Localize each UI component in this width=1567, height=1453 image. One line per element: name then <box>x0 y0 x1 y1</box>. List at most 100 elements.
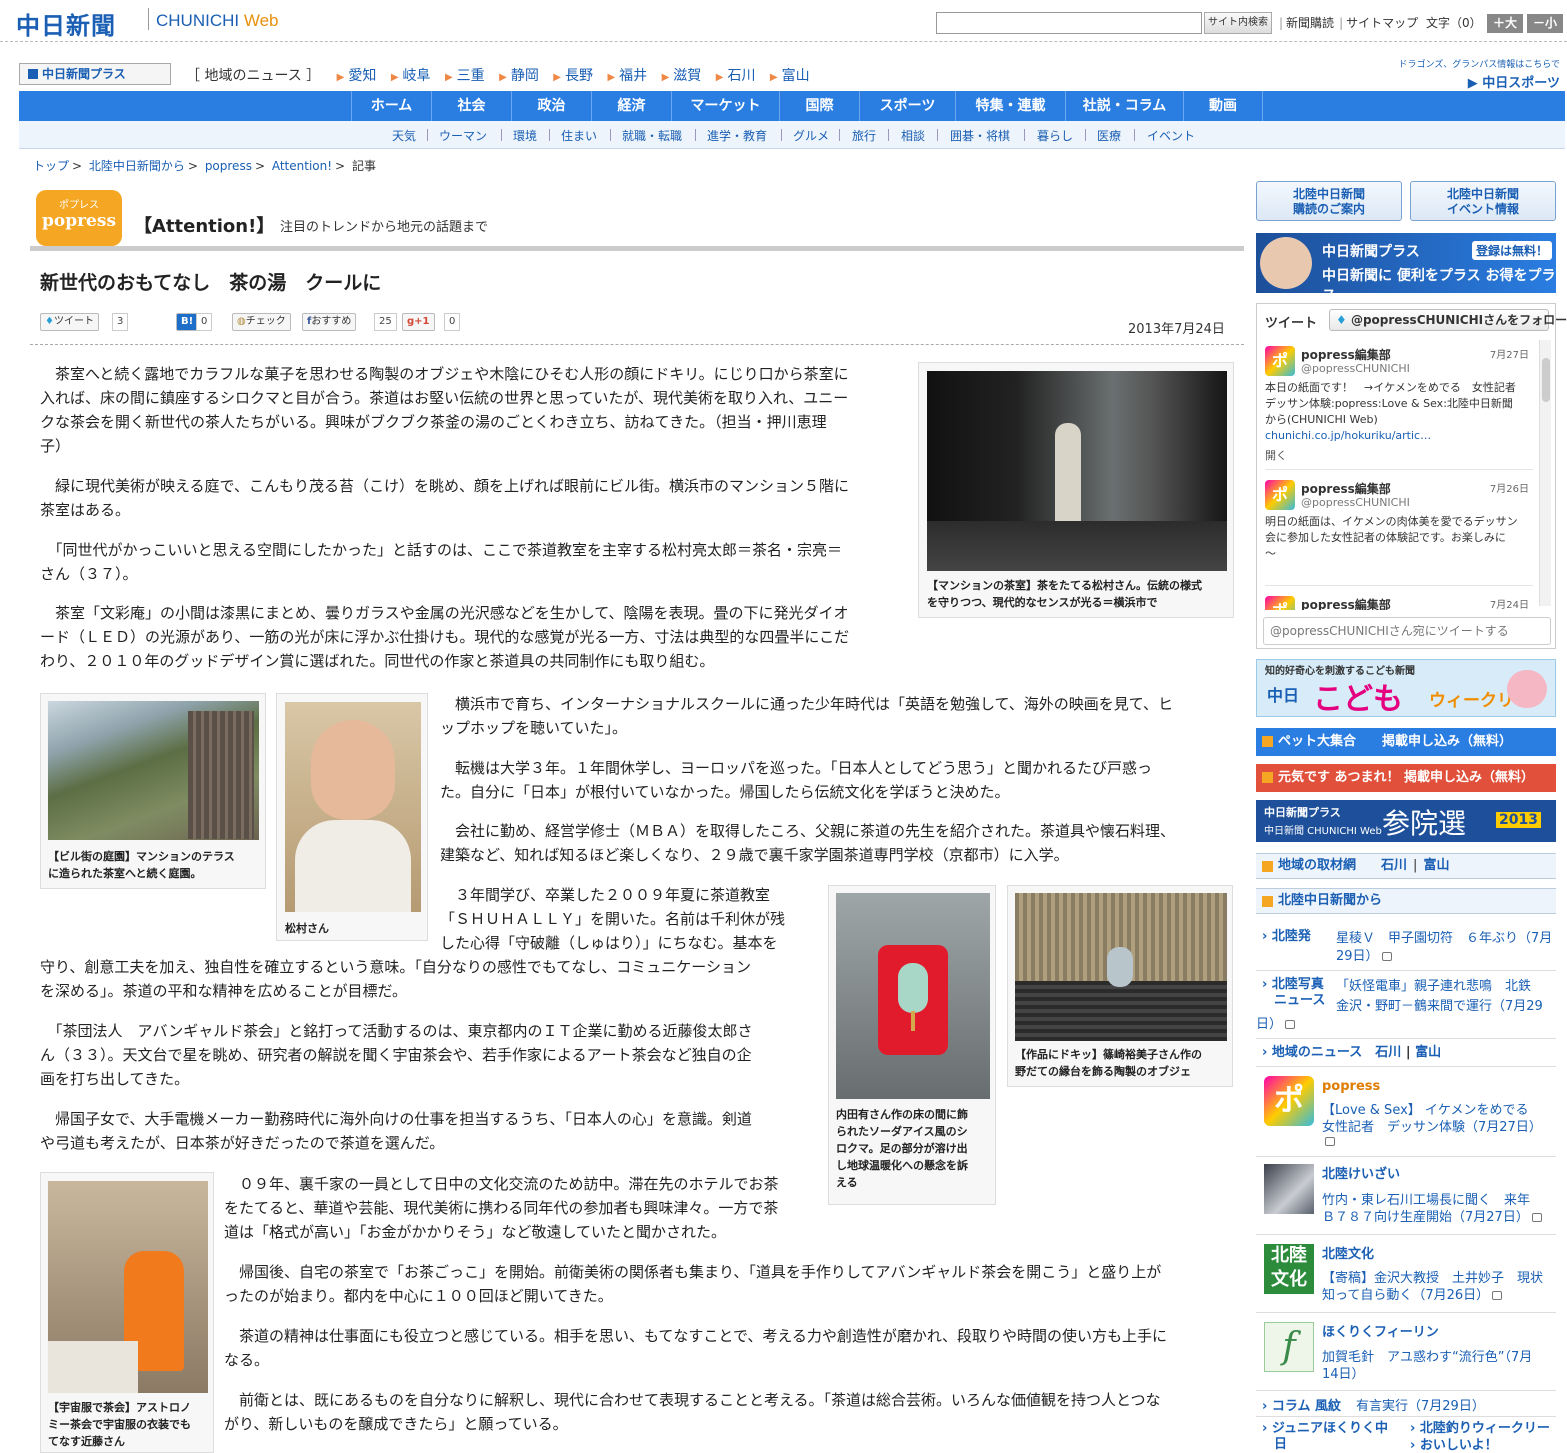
search-button[interactable]: サイト内検索 <box>1204 12 1272 34</box>
keizai-title-link[interactable]: 北陸けいざい <box>1322 1166 1400 1183</box>
twitter-follow-button[interactable]: ♦ @popressCHUNICHIさんをフォロー <box>1329 309 1567 331</box>
popress-article-link[interactable]: 【Love & Sex】 イケメンをめでる <box>1322 1102 1529 1119</box>
junior-link-cont[interactable]: 日 <box>1274 1436 1287 1453</box>
popress-article-link[interactable]: 女性記者 デッサン体験（7月27日） <box>1322 1119 1542 1136</box>
subnav-woman[interactable]: ウーマン <box>439 127 487 144</box>
genki-banner[interactable]: 元気です あつまれ！ 掲載申し込み（無料） <box>1256 764 1556 792</box>
keizai-article-link[interactable]: 竹内・東レ石川工場長に聞く 来年 <box>1322 1192 1530 1209</box>
hokuriku-news-link[interactable]: 29日） <box>1336 948 1392 965</box>
google-plus-button[interactable]: g+1 <box>402 313 435 331</box>
hokuriku-category[interactable]: › 北陸写真 <box>1262 976 1324 993</box>
site-logo[interactable]: 中日新聞 <box>16 6 116 41</box>
pet-banner[interactable]: ペット大集合 掲載申し込み（無料） <box>1256 728 1556 756</box>
keizai-thumb-image[interactable] <box>1264 1164 1314 1214</box>
tweet-date[interactable]: 7月26日 <box>1490 480 1529 495</box>
text-size-up-button[interactable]: ＋大 <box>1487 14 1523 33</box>
nav-society[interactable]: 社会 <box>431 91 511 121</box>
tweet-expand-link[interactable]: 開く <box>1265 448 1516 464</box>
space-tea-image[interactable] <box>48 1181 208 1393</box>
keizai-article-link[interactable]: Ｂ７８７向け生産開始（7月27日） <box>1322 1209 1542 1226</box>
subscribe-link[interactable]: 新聞購読 <box>1286 16 1334 30</box>
tweet-button[interactable]: ♦ツイート <box>40 313 99 331</box>
subnav-weather[interactable]: 天気 <box>392 127 416 144</box>
hokuriku-category[interactable]: › 北陸発 <box>1262 928 1311 945</box>
tweet-date[interactable]: 7月27日 <box>1490 346 1529 361</box>
region-link[interactable]: 三重 <box>457 68 485 84</box>
nav-international[interactable]: 国際 <box>779 91 859 121</box>
garden-image[interactable] <box>48 701 259 840</box>
bunka-article-link[interactable]: 【寄稿】金沢大教授 土井妙子 現状 <box>1322 1270 1543 1287</box>
popress-title-link[interactable]: popress <box>1322 1078 1380 1095</box>
subnav-medical[interactable]: 医療 <box>1097 127 1121 144</box>
popress-logo[interactable]: ポプレス popress <box>36 190 122 246</box>
facebook-recommend-button[interactable]: fおすすめ <box>302 313 357 331</box>
region-link[interactable]: 静岡 <box>511 68 539 84</box>
nav-features[interactable]: 特集・連載 <box>955 91 1065 121</box>
nav-home[interactable]: ホーム <box>351 91 431 121</box>
bunka-thumb-icon[interactable]: 北陸 文化 <box>1264 1244 1314 1294</box>
subnav-consult[interactable]: 相談 <box>901 127 925 144</box>
hokuriku-news-link[interactable]: 星稜Ｖ 甲子園切符 ６年ぶり（7月 <box>1336 930 1552 947</box>
feeling-article-link[interactable]: 加賀毛針 アユ惑わす“流行色”（7月 <box>1322 1349 1532 1366</box>
subnav-event[interactable]: イベント <box>1147 127 1195 144</box>
objet-image[interactable] <box>1015 893 1227 1041</box>
tweet-author[interactable]: popress編集部 <box>1301 346 1391 363</box>
nav-sports[interactable]: スポーツ <box>859 91 955 121</box>
subnav-jobs[interactable]: 就職・転職 <box>622 127 682 144</box>
region-link[interactable]: 滋賀 <box>673 68 701 84</box>
column-link[interactable]: › コラム 風紋 <box>1262 1398 1341 1415</box>
site-logo-sub[interactable]: CHUNICHI Web <box>156 11 279 31</box>
chunichi-sports-link[interactable]: ▶ 中日スポーツ <box>1400 72 1560 91</box>
oishii-link[interactable]: › おいしいよ！ <box>1410 1437 1498 1453</box>
matsumura-portrait[interactable] <box>285 702 421 912</box>
region-link[interactable]: 長野 <box>565 68 593 84</box>
subnav-environment[interactable]: 環境 <box>513 127 537 144</box>
hokuriku-news-link[interactable]: 日） <box>1256 1016 1296 1033</box>
breadcrumb-link[interactable]: popress <box>205 159 252 173</box>
tweet-author[interactable]: popress編集部 <box>1301 596 1391 610</box>
kodomo-weekly-banner[interactable]: 知的好奇心を刺激するこども新聞 中日 こども ウィークリー <box>1256 659 1556 717</box>
chunichi-plus-logo[interactable]: 中日新聞プラス <box>19 63 171 85</box>
mixi-check-button[interactable]: ◍チェック <box>232 313 291 331</box>
subnav-gourmet[interactable]: グルメ <box>793 127 829 144</box>
breadcrumb-link[interactable]: トップ <box>33 159 69 173</box>
subnav-housing[interactable]: 住まい <box>561 127 597 144</box>
bureau-ishikawa-link[interactable]: 石川 <box>1381 858 1407 873</box>
local-news-title[interactable]: 地域のニュース <box>1272 1045 1362 1060</box>
nav-editorial[interactable]: 社説・コラム <box>1065 91 1183 121</box>
hokuriku-header[interactable]: 北陸中日新聞から <box>1256 888 1556 914</box>
bear-image[interactable] <box>836 893 990 1099</box>
subnav-living[interactable]: 暮らし <box>1037 127 1073 144</box>
feeling-thumb-icon[interactable]: f <box>1264 1322 1314 1372</box>
hokuriku-news-link[interactable]: 金沢・野町－鶴来間で運行（7月29 <box>1336 998 1543 1015</box>
hokuriku-category-cont[interactable]: ニュース <box>1274 992 1325 1009</box>
tweet-scrollbar[interactable] <box>1539 340 1551 606</box>
chunichi-plus-banner[interactable]: 中日新聞プラス 登録は無料！ 中日新聞に 便利をプラス お得をプラス <box>1256 233 1556 304</box>
hokuriku-news-link[interactable]: 「妖怪電車」親子連れ悲鳴 北鉄 <box>1336 978 1531 995</box>
breadcrumb-link[interactable]: Attention! <box>272 159 332 173</box>
fishing-weekly-link[interactable]: › 北陸釣りウィークリー <box>1410 1420 1550 1437</box>
subnav-education[interactable]: 進学・教育 <box>707 127 767 144</box>
tweet-link[interactable]: chunichi.co.jp/hokuriku/artic… <box>1265 428 1516 444</box>
junior-link[interactable]: › ジュニアほくりく中 <box>1262 1420 1388 1437</box>
text-size-down-button[interactable]: －小 <box>1527 14 1563 33</box>
region-link[interactable]: 愛知 <box>348 68 376 84</box>
region-link[interactable]: 福井 <box>619 68 647 84</box>
bureau-toyama-link[interactable]: 富山 <box>1423 858 1449 873</box>
tea-room-image[interactable] <box>927 371 1227 571</box>
popress-thumb-icon[interactable]: ポ <box>1264 1076 1314 1126</box>
nav-video[interactable]: 動画 <box>1183 91 1263 121</box>
hatena-bookmark-icon[interactable]: B! <box>176 313 199 331</box>
subscribe-guide-button[interactable]: 北陸中日新聞 購読のご案内 <box>1256 181 1402 221</box>
subnav-travel[interactable]: 旅行 <box>852 127 876 144</box>
region-link[interactable]: 岐阜 <box>403 68 431 84</box>
event-info-button[interactable]: 北陸中日新聞 イベント情報 <box>1410 181 1556 221</box>
nav-market[interactable]: マーケット <box>671 91 779 121</box>
search-input[interactable] <box>936 12 1202 34</box>
region-link[interactable]: 富山 <box>782 68 810 84</box>
election-banner[interactable]: 中日新聞プラス 中日新聞 CHUNICHI Web 参院選 2013 <box>1256 800 1556 842</box>
nav-politics[interactable]: 政治 <box>511 91 591 121</box>
local-ishikawa-link[interactable]: 石川 <box>1375 1045 1401 1060</box>
breadcrumb-link[interactable]: 北陸中日新聞から <box>89 159 185 173</box>
nav-economy[interactable]: 経済 <box>591 91 671 121</box>
